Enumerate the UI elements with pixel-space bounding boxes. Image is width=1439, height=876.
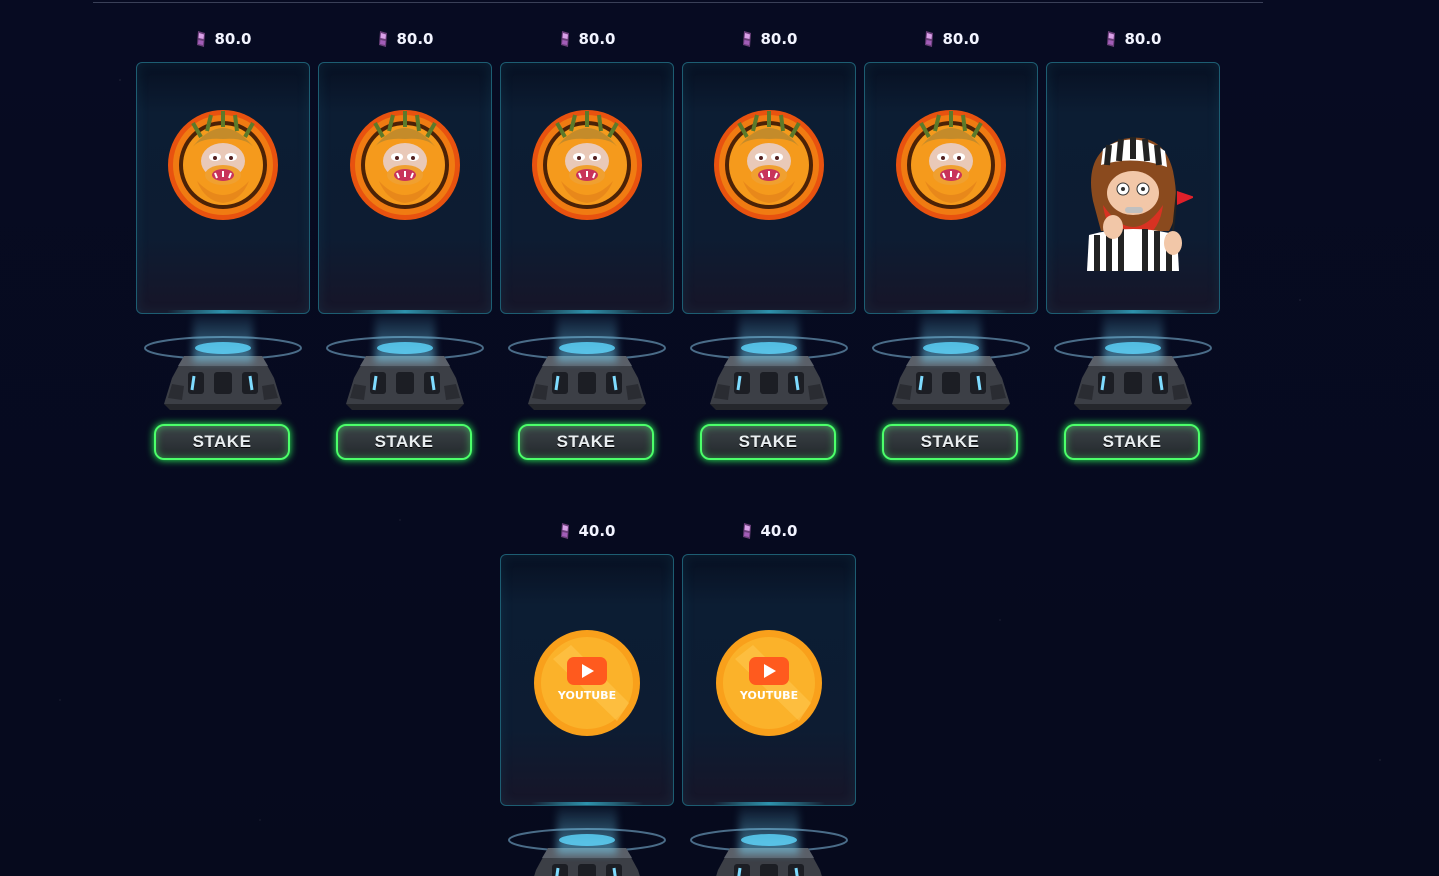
stake-button[interactable]: STAKE (512, 420, 660, 464)
nft-card[interactable] (136, 62, 310, 314)
price-tag: 80.0 (864, 28, 1038, 50)
stake-button-label: STAKE (374, 432, 434, 451)
price-value: 80.0 (396, 30, 434, 48)
nft-card[interactable]: YOUTUBE (682, 554, 856, 806)
top-divider (93, 2, 1263, 3)
token-icon (376, 30, 390, 48)
price-value: 80.0 (760, 30, 798, 48)
caveman-medallion-icon (167, 109, 279, 221)
price-tag: 40.0 (682, 520, 856, 542)
youtube-coin: YOUTUBE (715, 629, 823, 737)
stake-button[interactable]: STAKE (1058, 420, 1206, 464)
nft-card[interactable] (1046, 62, 1220, 314)
pedestal (318, 314, 492, 424)
stake-button[interactable]: STAKE (148, 420, 296, 464)
referee-caveman-icon (1073, 131, 1193, 271)
price-tag: 80.0 (136, 28, 310, 50)
youtube-coin-text: YOUTUBE (739, 689, 799, 702)
caveman-medallion-icon (349, 109, 461, 221)
token-icon (558, 30, 572, 48)
nft-card[interactable] (500, 62, 674, 314)
price-tag: 80.0 (500, 28, 674, 50)
nft-slot: 80.0 (500, 28, 674, 424)
token-icon (194, 30, 208, 48)
stake-button[interactable]: STAKE (330, 420, 478, 464)
nft-slot: 80.0 (318, 28, 492, 424)
token-icon (922, 30, 936, 48)
price-tag: 80.0 (318, 28, 492, 50)
nft-card[interactable] (682, 62, 856, 314)
nft-slot: 40.0 YOUTUBE (500, 520, 674, 876)
token-icon (740, 522, 754, 540)
stake-button-label: STAKE (738, 432, 798, 451)
price-tag: 80.0 (682, 28, 856, 50)
token-icon (1104, 30, 1118, 48)
nft-slot: 80.0 (1046, 28, 1220, 424)
nft-slot: 80.0 (682, 28, 856, 424)
price-value: 80.0 (578, 30, 616, 48)
youtube-coin-icon (533, 629, 641, 737)
price-value: 80.0 (942, 30, 980, 48)
stake-button-label: STAKE (1102, 432, 1162, 451)
pedestal (864, 314, 1038, 424)
nft-card[interactable]: YOUTUBE (500, 554, 674, 806)
youtube-coin-text: YOUTUBE (557, 689, 617, 702)
stake-button-label: STAKE (556, 432, 616, 451)
pedestal (1046, 314, 1220, 424)
pedestal (682, 806, 856, 876)
caveman-medallion-icon (713, 109, 825, 221)
price-tag: 80.0 (1046, 28, 1220, 50)
caveman-medallion-icon (531, 109, 643, 221)
price-value: 40.0 (760, 522, 798, 540)
pedestal (136, 314, 310, 424)
stake-button-label: STAKE (192, 432, 252, 451)
stake-button[interactable]: STAKE (876, 420, 1024, 464)
token-icon (558, 522, 572, 540)
stake-button-label: STAKE (920, 432, 980, 451)
caveman-medallion-icon (895, 109, 1007, 221)
nft-slot: 80.0 (864, 28, 1038, 424)
nft-slot: 40.0 YOUTUBE (682, 520, 856, 876)
token-icon (740, 30, 754, 48)
nft-card[interactable] (864, 62, 1038, 314)
price-tag: 40.0 (500, 520, 674, 542)
stake-button[interactable]: STAKE (694, 420, 842, 464)
pedestal (500, 314, 674, 424)
pedestal (682, 314, 856, 424)
price-value: 80.0 (1124, 30, 1162, 48)
youtube-coin-icon (715, 629, 823, 737)
nft-slot: 80.0 (136, 28, 310, 424)
price-value: 80.0 (214, 30, 252, 48)
pedestal (500, 806, 674, 876)
nft-card[interactable] (318, 62, 492, 314)
price-value: 40.0 (578, 522, 616, 540)
youtube-coin: YOUTUBE (533, 629, 641, 737)
